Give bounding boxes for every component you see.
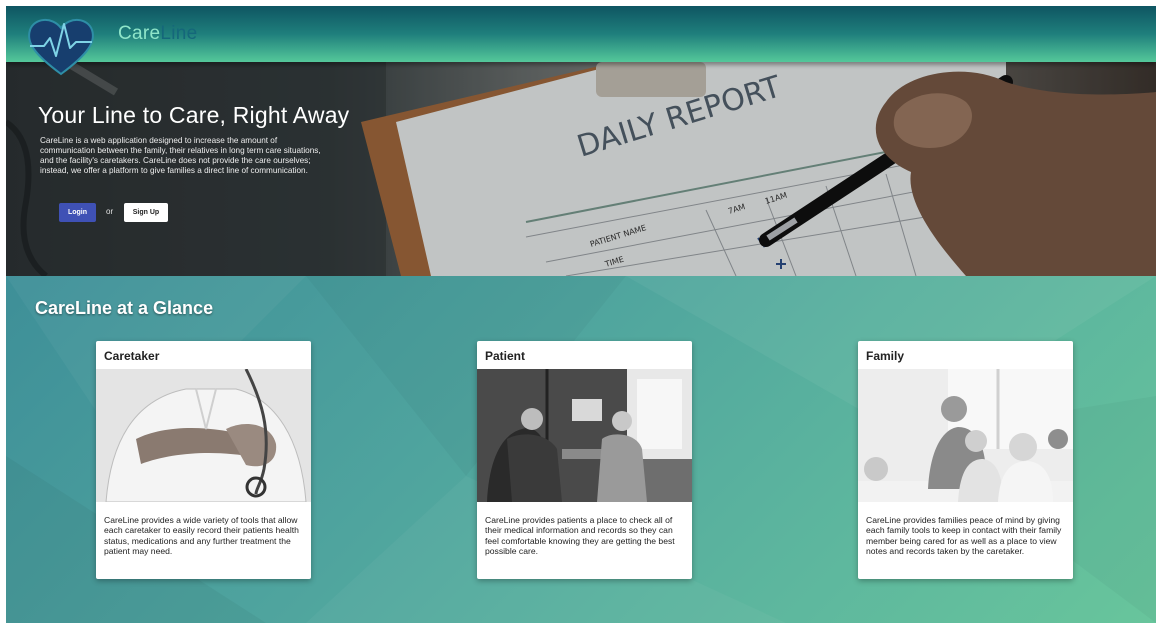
patient-photo	[477, 369, 692, 502]
top-nav-bar: CareLine	[6, 6, 1156, 62]
card-title: Caretaker	[104, 349, 160, 363]
brand-name-care: Care	[118, 23, 161, 44]
brand-name[interactable]: CareLine	[118, 23, 198, 45]
card-description: CareLine provides families peace of mind…	[866, 515, 1062, 557]
card-title: Family	[866, 349, 905, 363]
login-button[interactable]: Login	[59, 203, 96, 222]
hero-title: Your Line to Care, Right Away	[38, 102, 350, 128]
signup-button[interactable]: Sign Up	[124, 203, 168, 222]
brand-name-line: Line	[160, 23, 198, 44]
section-title: CareLine at a Glance	[35, 298, 214, 318]
caretaker-card: Caretaker CareLine provides a wide varie…	[96, 341, 311, 579]
card-title: Patient	[485, 349, 526, 363]
hero-description: CareLine is a web application designed t…	[40, 136, 321, 175]
caretaker-photo	[96, 369, 311, 502]
patient-card: Patient CareLine provides patients a pla…	[477, 341, 692, 579]
family-card: Family CareLine provides families peace …	[858, 341, 1073, 579]
heart-pulse-icon[interactable]	[24, 10, 98, 84]
app-frame: CareLine DAILY REPORT PATIENT NAME TIME …	[6, 6, 1156, 623]
glance-section: CareLine at a Glance Caretaker CareLine …	[6, 276, 1156, 623]
card-description: CareLine provides patients a place to ch…	[485, 515, 675, 557]
or-separator: or	[106, 207, 114, 216]
hero-banner: DAILY REPORT PATIENT NAME TIME 7AM 11AM …	[6, 62, 1156, 276]
family-photo	[858, 369, 1073, 502]
card-description: CareLine provides a wide variety of tool…	[104, 515, 299, 557]
